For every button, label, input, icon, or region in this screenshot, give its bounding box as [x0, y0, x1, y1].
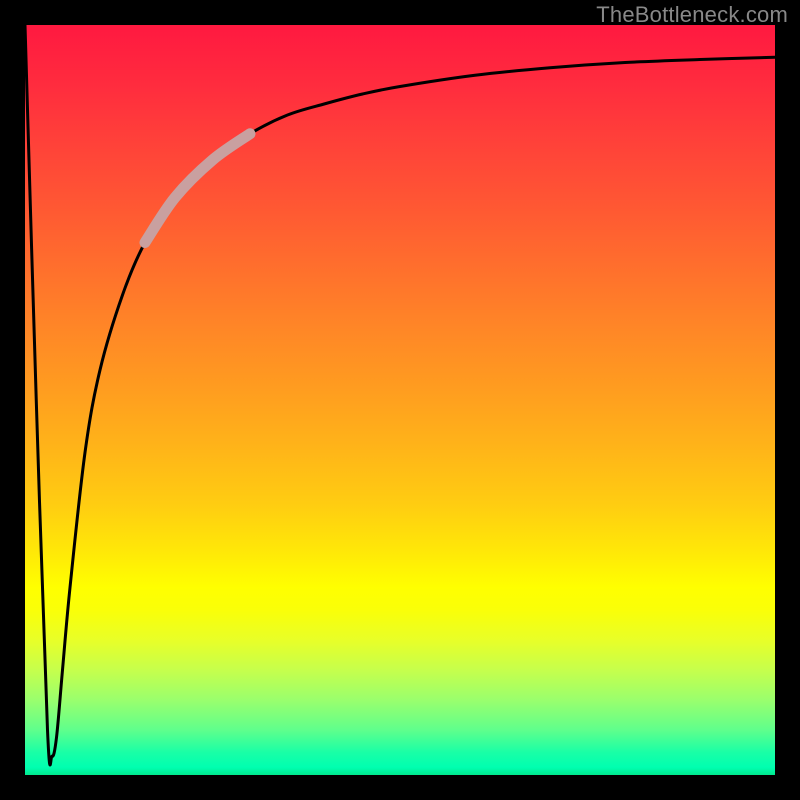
plot-area — [25, 25, 775, 775]
bottleneck-curve — [25, 25, 775, 765]
curve-layer — [25, 25, 775, 775]
curve-highlight — [145, 134, 250, 243]
watermark-text: TheBottleneck.com — [596, 2, 788, 28]
chart-frame: TheBottleneck.com — [0, 0, 800, 800]
